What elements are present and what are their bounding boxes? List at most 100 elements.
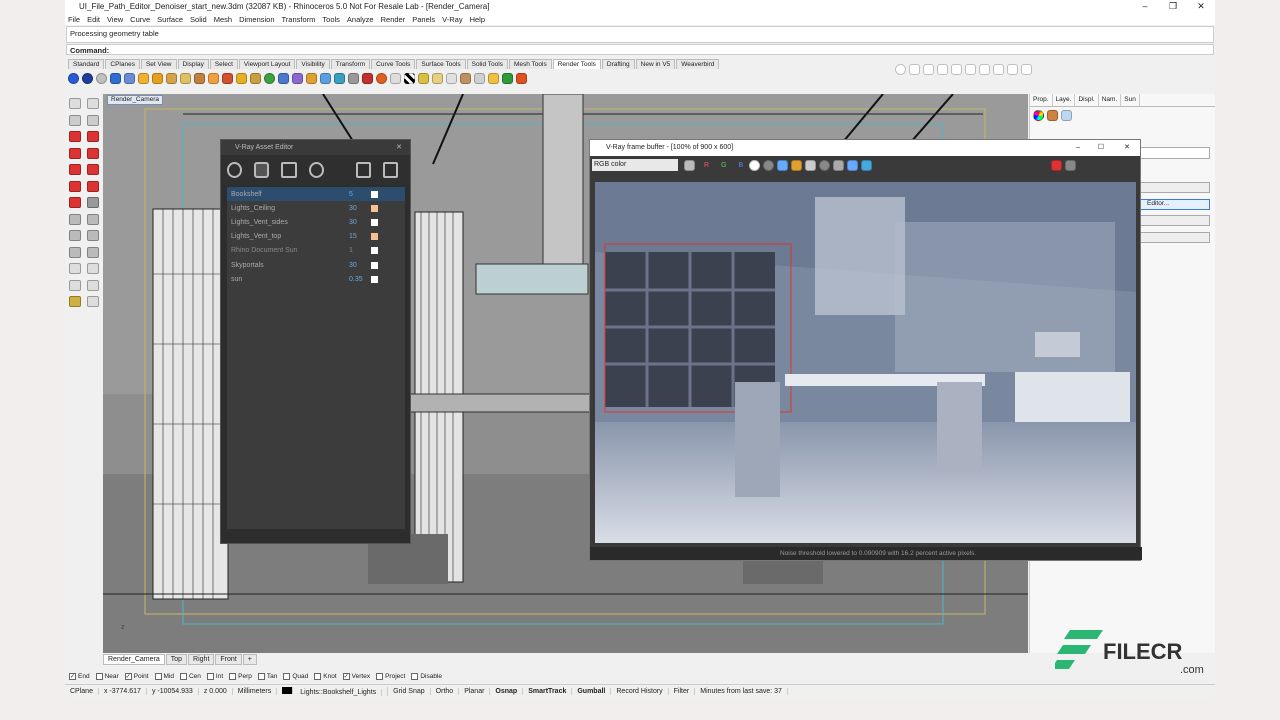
command-line[interactable]: Command: [66, 44, 1214, 55]
osnap-cen-checkbox[interactable] [179, 673, 187, 680]
drape-icon[interactable] [390, 73, 401, 84]
status-units[interactable]: Millimeters [233, 687, 278, 695]
list-item[interactable]: Lights_Vent_top 15 [227, 230, 405, 244]
vray-render-icon[interactable] [502, 73, 513, 84]
menu-mesh[interactable]: Mesh [214, 15, 232, 24]
option-field-2[interactable] [1140, 232, 1210, 243]
gear-icon[interactable] [69, 296, 81, 307]
menu-vray[interactable]: V-Ray [442, 15, 462, 24]
osnap-vertex[interactable]: ✓ Vertex [342, 673, 370, 680]
cplane-icon[interactable] [937, 63, 948, 75]
texture-panel-icon[interactable] [1061, 110, 1072, 121]
history-icon[interactable] [819, 159, 831, 171]
viewport-tab-add[interactable]: + [242, 654, 257, 665]
osnap-near-checkbox[interactable] [95, 673, 103, 680]
folder-icon[interactable] [488, 73, 499, 84]
fb-maximize-button[interactable]: ☐ [1098, 140, 1104, 156]
effects-icon[interactable] [292, 73, 303, 84]
menu-solid[interactable]: Solid [190, 15, 207, 24]
blue-channel-button[interactable]: B [739, 162, 744, 169]
tab-display-panel[interactable]: Displ. [1075, 94, 1099, 106]
analyze-icon[interactable] [87, 279, 99, 291]
osnap-point-checkbox[interactable]: ✓ [124, 673, 132, 680]
rectlight-icon[interactable] [180, 73, 191, 84]
list-item[interactable]: Lights_Vent_sides 30 [227, 215, 405, 229]
spotlight-icon[interactable] [152, 73, 163, 84]
tab-curve-tools[interactable]: Curve Tools [371, 59, 416, 69]
render-elements-icon[interactable] [355, 162, 371, 178]
status-grid-snap[interactable]: Grid Snap [388, 687, 431, 695]
points-icon[interactable] [87, 114, 99, 126]
light-toggle[interactable] [371, 204, 378, 212]
viewport-tab-front[interactable]: Front [215, 654, 242, 665]
close-button[interactable]: ✕ [1187, 0, 1215, 13]
list-item[interactable]: Lights_Ceiling 30 [227, 201, 405, 215]
tab-viewport-layout[interactable]: Viewport Layout [238, 59, 296, 69]
menu-file[interactable]: File [68, 15, 80, 24]
car-icon[interactable] [979, 63, 990, 75]
tab-layers[interactable]: Laye. [1053, 94, 1076, 106]
fb-close-button[interactable]: ✕ [1124, 140, 1130, 156]
list-item[interactable]: sun 0.35 [227, 272, 405, 286]
asset-editor-close-icon[interactable]: ✕ [396, 140, 402, 155]
mapping-icon[interactable] [250, 73, 261, 84]
render-button-icon[interactable] [1051, 159, 1063, 171]
tab-sun[interactable]: Sun [1121, 94, 1140, 106]
osnap-project-checkbox[interactable] [376, 673, 384, 680]
fb-minimize-button[interactable]: – [1076, 140, 1080, 156]
menu-view[interactable]: View [107, 15, 123, 24]
edit-icon[interactable] [460, 73, 471, 84]
status-cplane[interactable]: CPlane [65, 687, 99, 695]
name-field[interactable] [1140, 147, 1210, 159]
zoom-window-icon[interactable] [923, 63, 934, 75]
tab-cplanes[interactable]: CPlanes [105, 59, 140, 69]
track-mouse-icon[interactable] [684, 159, 695, 171]
tab-mesh-tools[interactable]: Mesh Tools [508, 59, 552, 69]
menu-render[interactable]: Render [381, 15, 406, 24]
light-icon[interactable] [138, 73, 149, 84]
record-icon[interactable] [362, 73, 373, 84]
osnap-int[interactable]: Int [206, 673, 223, 680]
target-icon[interactable] [1021, 63, 1032, 75]
environment-icon[interactable] [124, 73, 135, 84]
sphere-mapping-icon[interactable] [320, 73, 331, 84]
select-arrow-icon[interactable] [69, 98, 81, 109]
type-dropdown[interactable] [1140, 182, 1210, 193]
render-image[interactable] [595, 182, 1136, 543]
grip-icon[interactable] [1007, 63, 1018, 75]
osnap-tan[interactable]: Tan [257, 673, 277, 680]
asset-editor-titlebar[interactable]: V-Ray Asset Editor ✕ [221, 140, 410, 155]
list-item[interactable]: Bookshelf 5 [227, 187, 405, 202]
extrude-icon[interactable] [87, 197, 99, 208]
status-ortho[interactable]: Ortho [431, 687, 460, 695]
render-sphere-icon[interactable] [68, 73, 79, 84]
osnap-end-checkbox[interactable]: ✓ [69, 673, 76, 680]
osnap-icon[interactable] [895, 63, 906, 75]
orange-sphere-icon[interactable] [376, 73, 387, 84]
sun-icon[interactable] [208, 73, 219, 84]
status-planar[interactable]: Planar [459, 687, 491, 695]
lens-effects-icon[interactable] [861, 159, 873, 171]
lights-icon[interactable] [254, 162, 270, 178]
materials-icon[interactable] [227, 162, 243, 178]
osnap-int-checkbox[interactable] [206, 673, 214, 680]
status-filter[interactable]: Filter [669, 687, 696, 695]
option-field-1[interactable] [1140, 215, 1210, 226]
planar-mapping-icon[interactable] [348, 73, 359, 84]
osnap-end[interactable]: ✓ End [69, 673, 90, 680]
light-toggle[interactable] [371, 218, 378, 226]
red-channel-button[interactable]: R [704, 162, 709, 169]
tab-surface-tools[interactable]: Surface Tools [416, 59, 466, 69]
select-window-icon[interactable] [87, 98, 99, 109]
viewport-tab-render-camera[interactable]: Render_Camera [103, 654, 165, 665]
tab-drafting[interactable]: Drafting [601, 59, 635, 69]
osnap-knot-checkbox[interactable] [314, 673, 322, 680]
status-layer[interactable]: Lights::Bookshelf_Lights [277, 686, 389, 696]
render-sphere-grey-icon[interactable] [96, 73, 107, 84]
menu-panels[interactable]: Panels [412, 15, 435, 24]
pointlight-icon[interactable] [166, 73, 177, 84]
pan-icon[interactable] [87, 263, 99, 274]
menu-curve[interactable]: Curve [130, 15, 150, 24]
geometry-icon[interactable] [281, 162, 297, 178]
loft-icon[interactable] [69, 213, 81, 225]
